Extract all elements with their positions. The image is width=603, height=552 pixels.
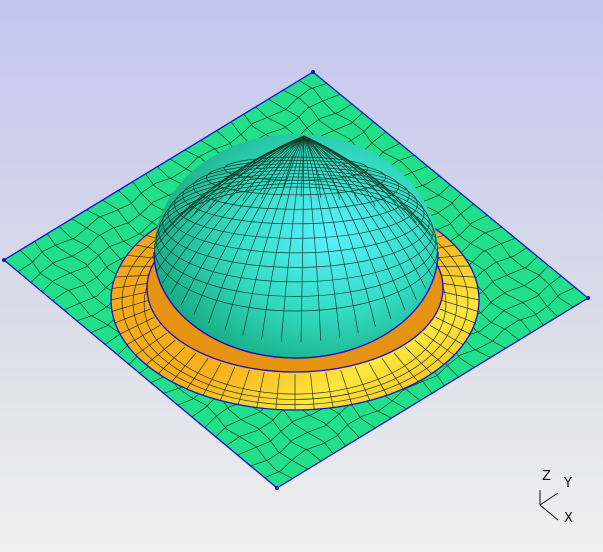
plate-corner-node — [2, 258, 6, 262]
z-axis-label: Z — [542, 469, 551, 484]
mesh-scene[interactable] — [0, 0, 603, 552]
graphics-viewport[interactable]: Z Y X — [0, 0, 603, 552]
axis-triad: Z Y X — [539, 469, 573, 526]
y-axis-line — [539, 492, 559, 506]
plate-corner-node — [311, 70, 315, 74]
plate-corner-node — [586, 296, 590, 300]
x-axis-line — [539, 504, 559, 521]
x-axis-label: X — [564, 511, 573, 526]
y-axis-label: Y — [563, 476, 572, 491]
plate-corner-node — [275, 486, 279, 490]
